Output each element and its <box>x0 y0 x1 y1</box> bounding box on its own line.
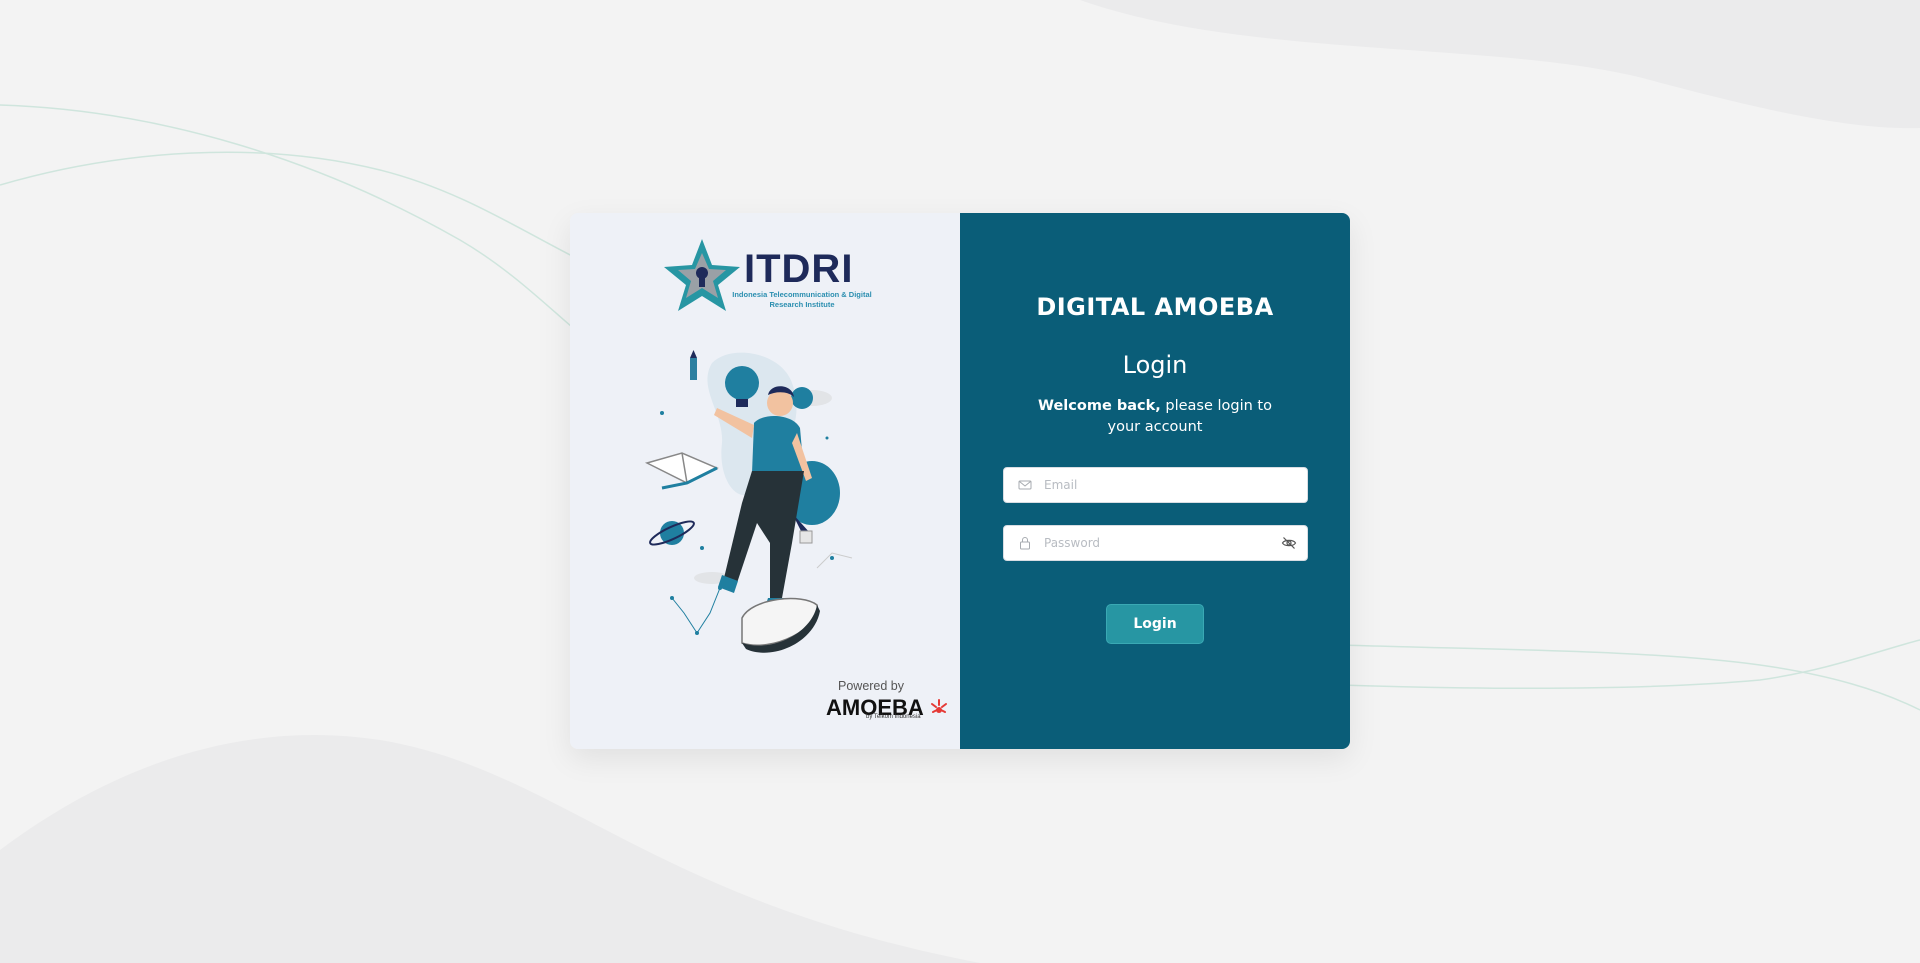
amoeba-tagline: by Telkom Indonesia <box>866 714 921 720</box>
email-field[interactable] <box>1003 467 1308 503</box>
itdri-logo: ITDRI Indonesia Telecommunication & Digi… <box>662 235 872 317</box>
burst-icon <box>931 699 947 713</box>
welcome-bold-text: Welcome back, <box>1038 398 1161 414</box>
logo-subtitle: Indonesia Telecommunication & Digital Re… <box>732 290 872 309</box>
password-field[interactable] <box>1003 525 1308 561</box>
star-keyhole-icon <box>664 239 740 311</box>
email-input[interactable] <box>1044 468 1264 502</box>
login-button[interactable]: Login <box>1106 604 1204 644</box>
logo-name: ITDRI <box>744 247 854 291</box>
login-heading: Login <box>1122 351 1188 379</box>
welcome-message: Welcome back, please login to your accou… <box>1020 396 1290 438</box>
mail-icon <box>1018 480 1032 490</box>
app-title: DIGITAL AMOEBA <box>1036 293 1274 321</box>
password-input[interactable] <box>1044 526 1264 560</box>
illustration-panel: ITDRI Indonesia Telecommunication & Digi… <box>570 213 960 749</box>
powered-by-label: Powered by <box>838 679 905 693</box>
eye-off-icon[interactable] <box>1281 535 1297 551</box>
login-panel: DIGITAL AMOEBA Login Welcome back, pleas… <box>960 213 1350 749</box>
login-card: ITDRI Indonesia Telecommunication & Digi… <box>570 213 1350 749</box>
person-illustration <box>644 350 853 653</box>
lock-icon <box>1020 537 1030 550</box>
